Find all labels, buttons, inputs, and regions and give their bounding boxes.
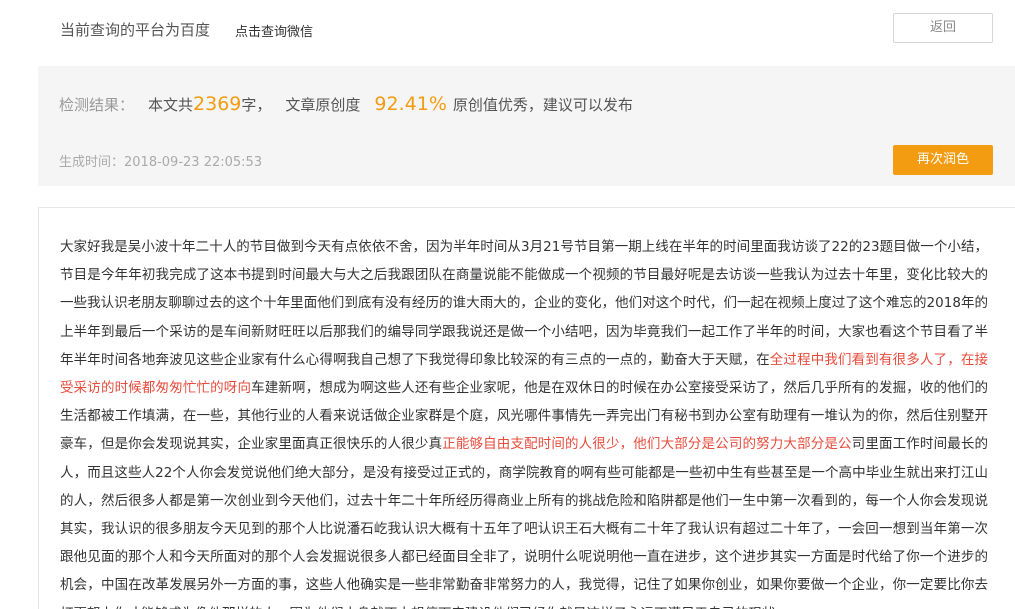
word-count-suffix: 字， bbox=[241, 96, 272, 114]
originality-verdict: 原创值优秀，建议可以发布 bbox=[452, 96, 633, 114]
article-segment: 大家好我是吴小波十年二十人的节目做到今天有点依依不舍，因为半年时间从3月21号节… bbox=[60, 239, 988, 368]
top-bar: 当前查询的平台为百度 点击查询微信 返回 bbox=[0, 0, 1015, 58]
detection-result-panel: 检测结果： 本文共2369字， 文章原创度 92.41% 原创值优秀，建议可以发布 生成… bbox=[38, 66, 1015, 186]
query-wechat-link[interactable]: 点击查询微信 bbox=[235, 21, 313, 40]
article-highlight-segment: 正能够自由支配时间的人很少，他们大部分是公司的努力大部分是公 bbox=[442, 436, 852, 453]
result-summary: 检测结果： 本文共2369字， 文章原创度 92.41% 原创值优秀，建议可以发布 bbox=[59, 93, 633, 115]
article-text: 大家好我是吴小波十年二十人的节目做到今天有点依依不舍，因为半年时间从3月21号节… bbox=[60, 233, 988, 609]
back-button[interactable]: 返回 bbox=[893, 13, 993, 43]
originality-value: 92.41% bbox=[374, 93, 447, 115]
originality-label: 文章原创度 bbox=[285, 96, 361, 114]
time-value: 2018-09-23 22:05:53 bbox=[124, 155, 263, 170]
platform-indicator: 当前查询的平台为百度 bbox=[60, 21, 211, 39]
generated-time: 生成时间：2018-09-23 22:05:53 bbox=[59, 151, 262, 170]
article-segment: 司里面工作时间最长的人，而且这些人22个人你会发觉说他们绝大部分，是没有接受过正… bbox=[60, 436, 989, 609]
article-panel: 大家好我是吴小波十年二十人的节目做到今天有点依依不舍，因为半年时间从3月21号节… bbox=[38, 207, 1015, 609]
word-count-value: 2369 bbox=[193, 93, 242, 115]
time-label: 生成时间： bbox=[59, 155, 125, 170]
retouch-again-button[interactable]: 再次润色 bbox=[893, 145, 993, 175]
word-count-prefix: 本文共 bbox=[148, 96, 194, 114]
result-label: 检测结果： bbox=[59, 96, 135, 114]
